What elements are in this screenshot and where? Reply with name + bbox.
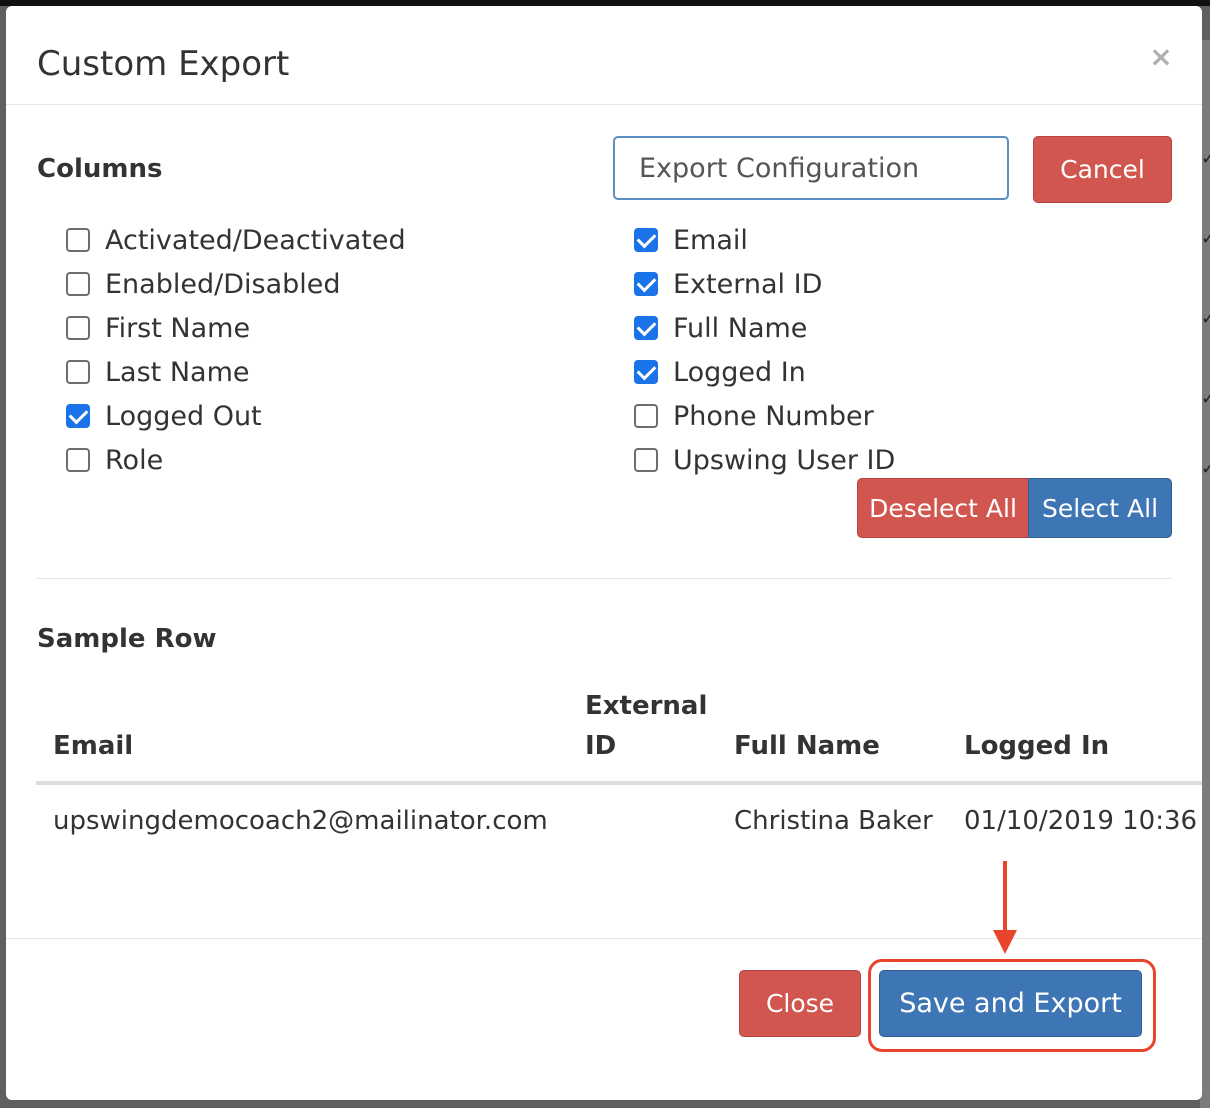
column-header-full-name: Full Name xyxy=(734,731,880,761)
column-option-role[interactable]: Role xyxy=(66,438,406,482)
checkbox-label: Upswing User ID xyxy=(673,444,896,476)
cancel-button[interactable]: Cancel xyxy=(1033,136,1172,203)
checkbox[interactable] xyxy=(634,404,658,428)
select-all-button[interactable]: Select All xyxy=(1028,478,1172,538)
checkbox[interactable] xyxy=(66,360,90,384)
column-option-phone-number[interactable]: Phone Number xyxy=(634,394,895,438)
annotation-arrow-line xyxy=(1003,861,1007,931)
checkbox[interactable] xyxy=(66,228,90,252)
annotation-highlight-box xyxy=(868,959,1156,1052)
cell-full-name: Christina Baker xyxy=(734,806,933,836)
column-option-logged-out[interactable]: Logged Out xyxy=(66,394,406,438)
checkbox[interactable] xyxy=(66,272,90,296)
deselect-all-button[interactable]: Deselect All xyxy=(857,478,1029,538)
column-header-logged-in: Logged In xyxy=(964,731,1110,761)
checkbox-label: Enabled/Disabled xyxy=(105,268,341,300)
checkmark-icon xyxy=(636,316,656,336)
column-header-email: Email xyxy=(53,731,134,761)
table-header-rule xyxy=(36,781,1202,785)
checkbox-label: Phone Number xyxy=(673,400,874,432)
column-option-enabled-disabled[interactable]: Enabled/Disabled xyxy=(66,262,406,306)
checkbox[interactable] xyxy=(66,404,90,428)
checkbox[interactable] xyxy=(634,316,658,340)
checkbox-label: Logged In xyxy=(673,356,806,388)
checkbox[interactable] xyxy=(66,448,90,472)
checkbox-label: Last Name xyxy=(105,356,250,388)
checkmark-icon xyxy=(68,404,88,424)
custom-export-modal: Custom Export × Columns Cancel Activated… xyxy=(6,6,1202,1100)
checkbox-label: Logged Out xyxy=(105,400,262,432)
checkbox-label: Role xyxy=(105,444,164,476)
columns-heading: Columns xyxy=(37,154,163,184)
column-option-email[interactable]: Email xyxy=(634,218,895,262)
export-configuration-input[interactable] xyxy=(613,136,1009,200)
column-option-external-id[interactable]: External ID xyxy=(634,262,895,306)
checkmark-icon xyxy=(636,272,656,292)
checkmark-icon xyxy=(636,360,656,380)
arrow-down-icon xyxy=(993,930,1017,954)
column-option-activated-deactivated[interactable]: Activated/Deactivated xyxy=(66,218,406,262)
column-option-logged-in[interactable]: Logged In xyxy=(634,350,895,394)
modal-title: Custom Export xyxy=(37,44,290,84)
checkbox[interactable] xyxy=(66,316,90,340)
checkmark-icon xyxy=(636,228,656,248)
section-divider xyxy=(36,578,1172,579)
column-option-full-name[interactable]: Full Name xyxy=(634,306,895,350)
checkbox-label: Full Name xyxy=(673,312,808,344)
checkbox-label: Activated/Deactivated xyxy=(105,224,406,256)
checkbox-label: Email xyxy=(673,224,748,256)
cell-logged-in: 01/10/2019 10:36 A xyxy=(964,806,1202,836)
close-button[interactable]: Close xyxy=(739,970,861,1037)
checkbox-label: First Name xyxy=(105,312,251,344)
columns-left-list: Activated/Deactivated Enabled/Disabled Fir… xyxy=(66,218,406,482)
sample-row-heading: Sample Row xyxy=(37,624,217,654)
columns-right-list: Email External ID Full Name Logged In Phone … xyxy=(634,218,895,482)
checkbox[interactable] xyxy=(634,448,658,472)
checkbox[interactable] xyxy=(634,272,658,296)
checkbox[interactable] xyxy=(634,228,658,252)
column-header-external-id: External ID xyxy=(585,691,708,761)
checkbox[interactable] xyxy=(634,360,658,384)
checkbox-label: External ID xyxy=(673,268,823,300)
column-option-first-name[interactable]: First Name xyxy=(66,306,406,350)
close-icon[interactable]: × xyxy=(1146,42,1176,72)
header-divider xyxy=(6,104,1202,105)
column-option-last-name[interactable]: Last Name xyxy=(66,350,406,394)
column-option-upswing-user-id[interactable]: Upswing User ID xyxy=(634,438,895,482)
footer-divider xyxy=(6,938,1202,939)
cell-email: upswingdemocoach2@mailinator.com xyxy=(53,806,548,836)
